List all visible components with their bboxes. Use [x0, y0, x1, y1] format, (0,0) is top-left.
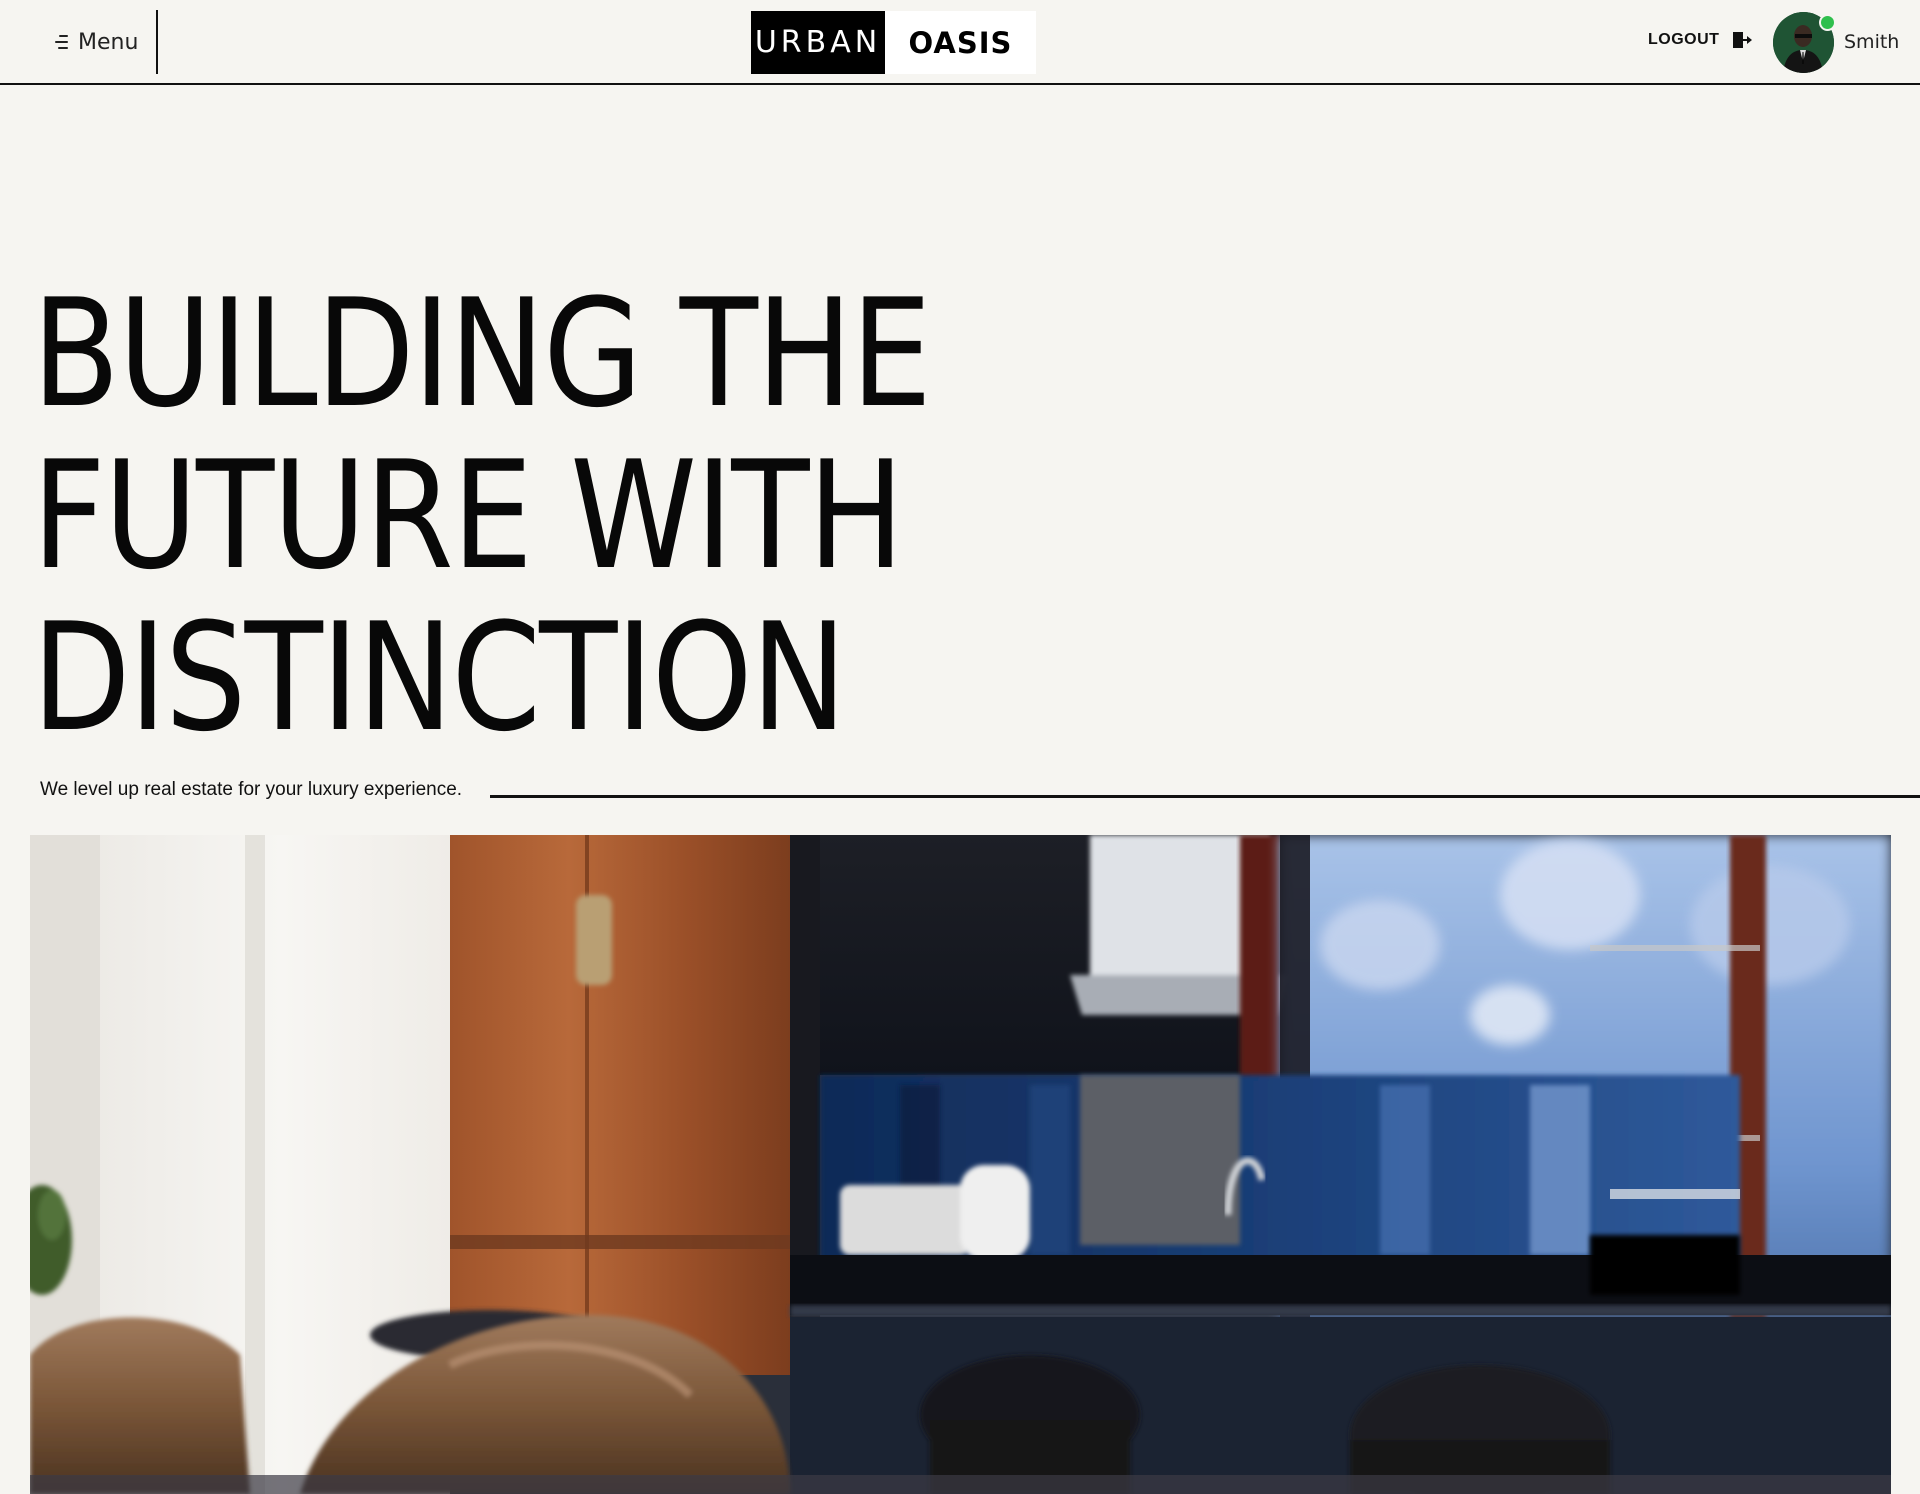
hero-title-line: BUILDING THE	[32, 268, 932, 441]
menu-label: Menu	[78, 29, 139, 55]
logout-button[interactable]: LOGOUT	[1648, 30, 1753, 50]
top-header: Menu URBAN OASIS LOGOUT Smith	[0, 0, 1920, 85]
site-logo[interactable]: URBAN OASIS	[751, 11, 1036, 74]
hero-tagline: We level up real estate for your luxury …	[40, 779, 463, 800]
menu-button[interactable]: Menu	[52, 27, 138, 57]
logout-icon	[1733, 32, 1753, 48]
logo-oasis-text: OASIS	[885, 11, 1036, 74]
hamburger-menu-icon	[52, 35, 68, 49]
user-name[interactable]: Smith	[1844, 31, 1899, 53]
menu-divider	[156, 10, 158, 74]
logo-urban-text: URBAN	[751, 11, 885, 74]
online-status-indicator	[1819, 14, 1836, 31]
hero-title-line: DISTINCTION	[32, 592, 847, 765]
logout-label: LOGOUT	[1648, 31, 1720, 48]
hero-title: BUILDING THE FUTURE WITH DISTINCTION	[32, 268, 932, 765]
hero-title-line: FUTURE WITH	[32, 430, 904, 603]
hero-interior-image	[30, 835, 1891, 1494]
tagline-divider	[490, 795, 1920, 798]
